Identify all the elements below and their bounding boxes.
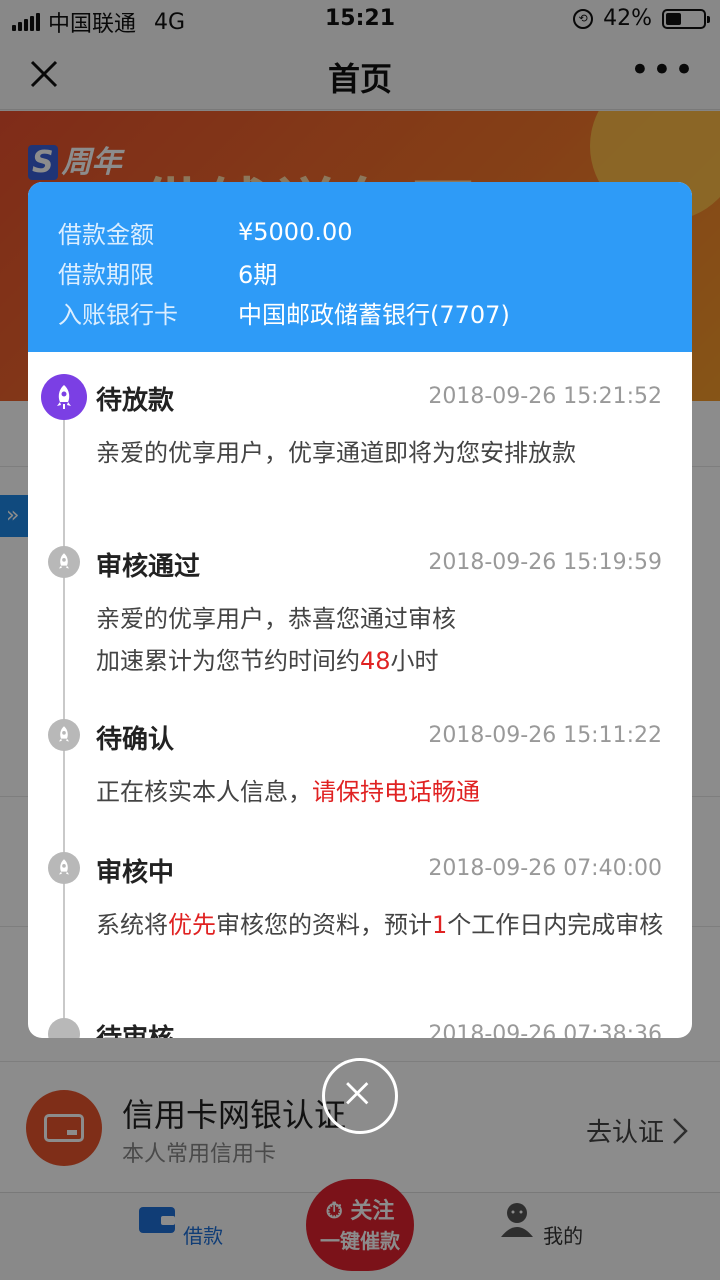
desc-text: 加速累计为您节约时间约 — [96, 647, 360, 675]
summary-value: ¥5000.00 — [238, 218, 353, 246]
rocket-icon — [48, 852, 80, 884]
timeline-desc: 正在核实本人信息，请保持电话畅通 — [96, 771, 666, 813]
rocket-icon — [41, 374, 87, 420]
summary-row-bank: 入账银行卡 中国邮政储蓄银行(7707) — [58, 292, 662, 332]
modal-close-icon[interactable] — [322, 1058, 398, 1134]
desc-text: 个工作日内完成审核 — [447, 911, 664, 939]
desc-text: 系统将 — [96, 911, 168, 939]
desc-highlight: 48 — [360, 647, 391, 675]
rocket-icon — [48, 719, 80, 751]
summary-value: 中国邮政储蓄银行(7707) — [238, 300, 510, 329]
desc-highlight: 优先 — [168, 911, 216, 939]
timeline-desc: 系统将优先审核您的资料，预计1个工作日内完成审核 — [96, 904, 666, 946]
timeline-time: 2018-09-26 15:11:22 — [428, 723, 662, 748]
timeline-desc-line: 加速累计为您节约时间约48小时 — [96, 640, 666, 682]
desc-highlight: 1 — [432, 911, 448, 939]
timeline-status: 待审核 — [96, 1018, 174, 1038]
summary-row-amount: 借款金额 ¥5000.00 — [58, 212, 662, 252]
desc-highlight: 请保持电话畅通 — [312, 778, 480, 806]
summary-label: 借款金额 — [58, 220, 154, 249]
loan-progress-modal: 借款金额 ¥5000.00 借款期限 6期 入账银行卡 中国邮政储蓄银行(770… — [28, 182, 692, 1038]
rocket-icon — [48, 1018, 80, 1038]
timeline-status: 待确认 — [96, 725, 175, 755]
loan-summary: 借款金额 ¥5000.00 借款期限 6期 入账银行卡 中国邮政储蓄银行(770… — [28, 182, 692, 352]
timeline-status: 待放款 — [96, 386, 175, 416]
timeline-status: 审核通过 — [96, 552, 201, 582]
desc-text: 审核您的资料，预计 — [216, 911, 432, 939]
timeline-desc: 亲爱的优享用户，优享通道即将为您安排放款 — [96, 439, 576, 467]
timeline-desc: 亲爱的优享用户，恭喜您通过审核 加速累计为您节约时间约48小时 — [96, 598, 666, 682]
timeline-desc-line: 亲爱的优享用户，恭喜您通过审核 — [96, 605, 456, 633]
timeline-time: 2018-09-26 15:19:59 — [428, 550, 662, 575]
summary-value: 6期 — [238, 260, 278, 289]
timeline-time: 2018-09-26 07:40:00 — [428, 856, 662, 881]
summary-label: 借款期限 — [58, 260, 154, 289]
desc-text: 正在核实本人信息， — [96, 778, 312, 806]
summary-label: 入账银行卡 — [58, 300, 178, 329]
rocket-icon — [48, 546, 80, 578]
timeline-time: 2018-09-26 07:38:36 — [428, 1022, 662, 1038]
timeline-status: 审核中 — [96, 858, 175, 888]
progress-timeline[interactable]: 待放款 2018-09-26 15:21:52 亲爱的优享用户，优享通道即将为您… — [28, 352, 692, 1038]
timeline-time: 2018-09-26 15:21:52 — [428, 384, 662, 409]
summary-row-term: 借款期限 6期 — [58, 252, 662, 292]
desc-text: 小时 — [390, 647, 439, 675]
